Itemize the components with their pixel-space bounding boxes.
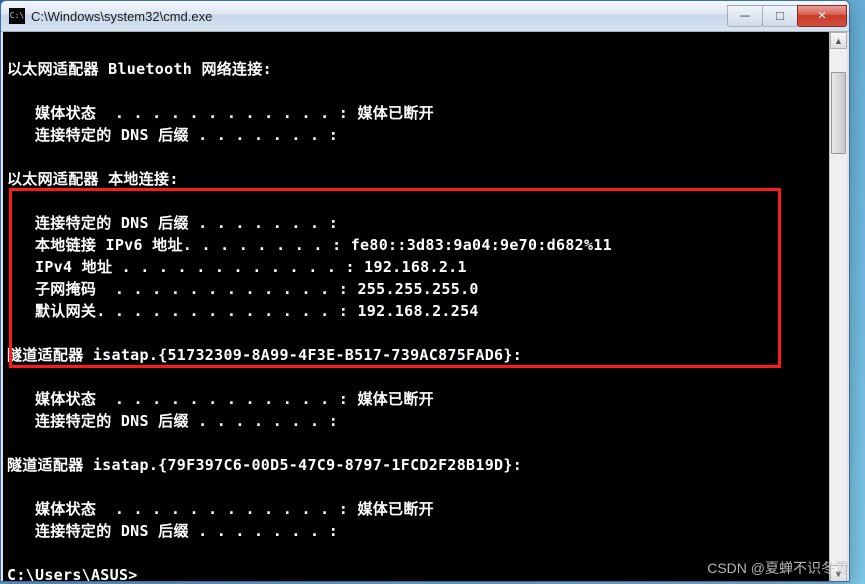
window-controls: ─ □ × [728,6,847,27]
scroll-up-button[interactable]: ▲ [830,32,847,49]
terminal-area: 以太网适配器 Bluetooth 网络连接: 媒体状态 . . . . . . … [1,32,849,582]
cmd-icon [9,8,25,24]
watermark: CSDN @夏蝉不识冬雪 [707,558,849,578]
maximize-button[interactable]: □ [762,5,798,27]
window-title: C:\Windows\system32\cmd.exe [31,9,728,24]
cmd-window: C:\Windows\system32\cmd.exe ─ □ × 以太网适配器… [0,0,850,582]
close-button[interactable]: × [797,5,847,27]
terminal-output[interactable]: 以太网适配器 Bluetooth 网络连接: 媒体状态 . . . . . . … [3,32,847,582]
scrollbar[interactable]: ▲ ▼ [829,32,847,582]
titlebar[interactable]: C:\Windows\system32\cmd.exe ─ □ × [1,1,849,32]
minimize-button[interactable]: ─ [727,5,763,27]
scroll-thumb[interactable] [831,72,846,154]
